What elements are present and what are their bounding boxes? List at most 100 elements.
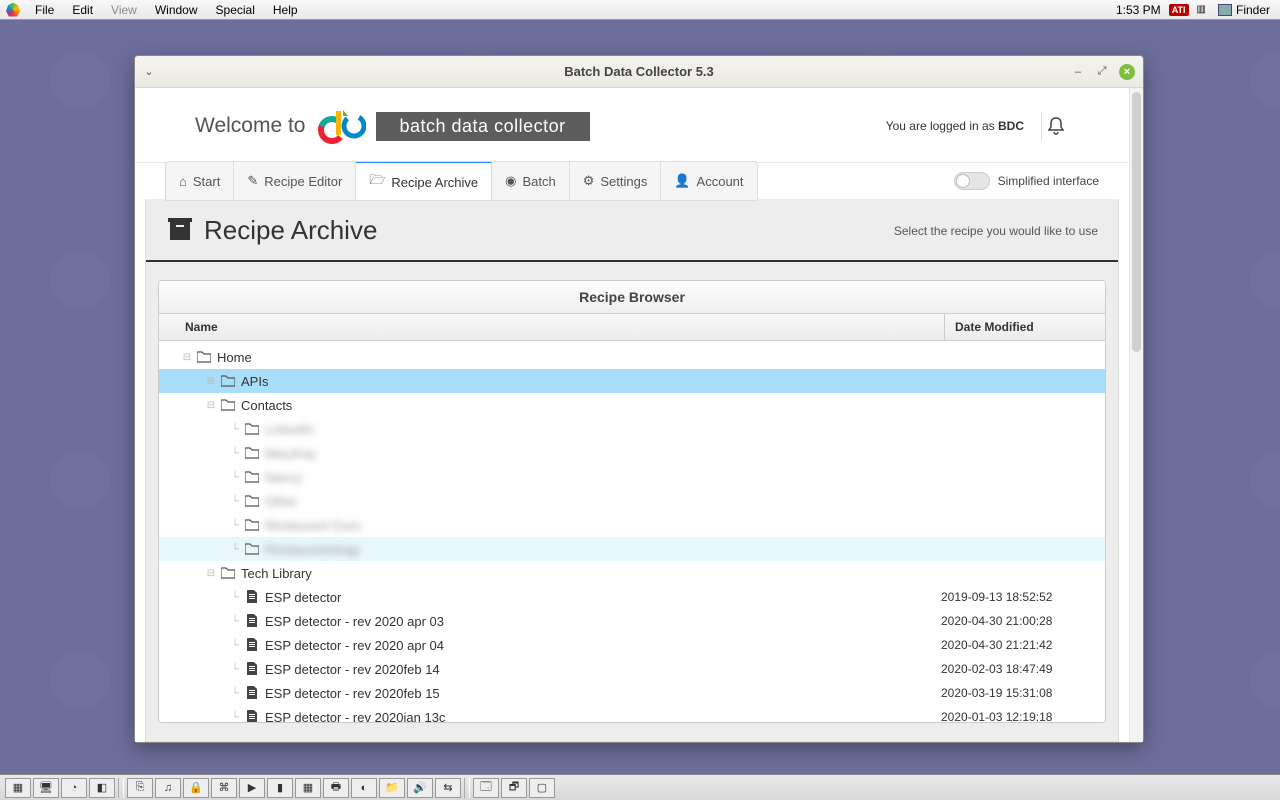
taskbar-button-6[interactable]: 🔒 — [183, 778, 209, 798]
folder-open-icon: 🗁 — [369, 171, 385, 193]
taskbar-button-3[interactable]: ◧ — [89, 778, 115, 798]
tree-item-label: ESP detector - rev 2020 apr 03 — [261, 614, 941, 629]
scrollbar-thumb[interactable] — [1132, 92, 1141, 352]
tree-expander-icon[interactable]: ⊞ — [203, 376, 219, 387]
tree-file[interactable]: └ESP detector - rev 2020jan 13c2020-01-0… — [159, 705, 1105, 722]
folder-icon — [243, 519, 261, 531]
tree-expander-icon[interactable]: ⊟ — [203, 400, 219, 411]
taskbar-button-4[interactable]: ⎘ — [127, 778, 153, 798]
taskbar-button-17[interactable]: 🗗 — [501, 778, 527, 798]
login-status: You are logged in as BDC — [886, 119, 1024, 133]
window-menu-chevron-icon[interactable]: ⌄ — [135, 65, 155, 78]
tree-item-label: APIs — [237, 374, 941, 389]
tree-expander-icon: └ — [227, 424, 243, 435]
display-toggle-icon[interactable]: ▥ — [1197, 4, 1206, 15]
system-taskbar: ▦🖥◔◧⎘♫🔒⌘▶▮▦🖶◐📁🔊⇆🗔🗗▢ — [0, 774, 1280, 800]
tree-folder[interactable]: └Nancy — [159, 465, 1105, 489]
tree-folder[interactable]: └LinkedIn — [159, 417, 1105, 441]
tab-recipe-editor[interactable]: ✎Recipe Editor — [234, 162, 356, 200]
window-maximize-button[interactable]: ⤢ — [1095, 65, 1109, 79]
tab-label: Recipe Archive — [391, 175, 478, 190]
window-titlebar[interactable]: ⌄ Batch Data Collector 5.3 – ⤢ × — [135, 56, 1143, 88]
tree-folder[interactable]: └Other — [159, 489, 1105, 513]
tree-expander-icon: └ — [227, 688, 243, 699]
ati-indicator: ATI — [1169, 4, 1189, 16]
tree-item-label: ESP detector - rev 2020 apr 04 — [261, 638, 941, 653]
bell-icon — [1048, 117, 1064, 135]
taskbar-button-16[interactable]: 🗔 — [473, 778, 499, 798]
taskbar-button-0[interactable]: ▦ — [5, 778, 31, 798]
tree-folder[interactable]: ⊟Contacts — [159, 393, 1105, 417]
tree-expander-icon: └ — [227, 520, 243, 531]
tree-item-label: Home — [213, 350, 941, 365]
taskbar-button-9[interactable]: ▮ — [267, 778, 293, 798]
tab-label: Start — [193, 174, 220, 189]
tree-item-label: Tech Library — [237, 566, 941, 581]
column-header-date[interactable]: Date Modified — [945, 314, 1105, 340]
taskbar-button-5[interactable]: ♫ — [155, 778, 181, 798]
column-header-name[interactable]: Name — [159, 314, 945, 340]
taskbar-button-12[interactable]: ◐ — [351, 778, 377, 798]
folder-icon — [243, 447, 261, 459]
tree-expander-icon[interactable]: ⊟ — [179, 352, 195, 363]
simplified-label: Simplified interface — [998, 174, 1099, 188]
taskbar-button-2[interactable]: ◔ — [61, 778, 87, 798]
app-header: Welcome to batch data collector You are … — [135, 88, 1129, 163]
tree-expander-icon: └ — [227, 640, 243, 651]
taskbar-button-10[interactable]: ▦ — [295, 778, 321, 798]
tree-file[interactable]: └ESP detector - rev 2020 apr 032020-04-3… — [159, 609, 1105, 633]
menubar-clock: 1:53 PM — [1116, 3, 1161, 17]
taskbar-button-8[interactable]: ▶ — [239, 778, 265, 798]
taskbar-button-15[interactable]: ⇆ — [435, 778, 461, 798]
tab-batch[interactable]: ◉Batch — [492, 162, 570, 200]
tree-folder[interactable]: ⊞ APIs — [159, 369, 1105, 393]
tree-item-label: Nancy — [261, 470, 941, 485]
recipe-tree: ⊟Home⊞APIs⊟Contacts└LinkedIn└MaryKay└Nan… — [159, 341, 1105, 722]
tab-recipe-archive[interactable]: 🗁 Recipe Archive — [356, 161, 492, 201]
tree-file[interactable]: └ESP detector - rev 2020feb 152020-03-19… — [159, 681, 1105, 705]
grid-header: Name Date Modified — [159, 314, 1105, 341]
finder-menu[interactable]: Finder — [1214, 3, 1274, 17]
simplified-interface-toggle[interactable]: Simplified interface — [954, 172, 1099, 190]
tree-file[interactable]: └ESP detector - rev 2020feb 142020-02-03… — [159, 657, 1105, 681]
tree-folder[interactable]: └Restaurantology — [159, 537, 1105, 561]
menu-item-window[interactable]: Window — [146, 3, 207, 17]
tab-account[interactable]: 👤Account — [661, 162, 756, 200]
menu-item-edit[interactable]: Edit — [63, 3, 102, 17]
tree-folder[interactable]: ⊟ Home — [159, 345, 1105, 369]
tree-item-date: 2020-03-19 15:31:08 — [941, 686, 1097, 700]
tree-expander-icon: └ — [227, 592, 243, 603]
menu-item-file[interactable]: File — [26, 3, 63, 17]
tree-file[interactable]: └ ESP detector - rev 2020 apr 042020-04-3… — [159, 633, 1105, 657]
tree-folder[interactable]: ⊟ Tech Library — [159, 561, 1105, 585]
tree-file[interactable]: └ESP detector2019-09-13 18:52:52 — [159, 585, 1105, 609]
folder-icon — [243, 495, 261, 507]
menu-item-special[interactable]: Special — [207, 3, 264, 17]
tab-start[interactable]: ⌂Start — [166, 162, 234, 200]
tab-label: Settings — [600, 174, 647, 189]
menu-item-view[interactable]: View — [102, 3, 146, 17]
tree-expander-icon[interactable]: ⊟ — [203, 568, 219, 579]
taskbar-button-18[interactable]: ▢ — [529, 778, 555, 798]
taskbar-button-13[interactable]: 📁 — [379, 778, 405, 798]
menu-item-help[interactable]: Help — [264, 3, 307, 17]
tree-folder[interactable]: └Restaurant Guru — [159, 513, 1105, 537]
tree-item-date: 2020-04-30 21:21:42 — [941, 638, 1097, 652]
file-icon — [243, 710, 261, 722]
taskbar-button-11[interactable]: 🖶 — [323, 778, 349, 798]
taskbar-button-1[interactable]: 🖥 — [33, 778, 59, 798]
window-close-button[interactable]: × — [1119, 64, 1135, 80]
tree-expander-icon: └ — [227, 544, 243, 555]
main-stage: Recipe Archive Select the recipe you wou… — [145, 199, 1119, 742]
tree-folder[interactable]: └MaryKay — [159, 441, 1105, 465]
folder-icon — [243, 543, 261, 555]
content-scrollbar[interactable] — [1129, 88, 1143, 742]
tab-settings[interactable]: ⚙Settings — [570, 162, 662, 200]
taskbar-button-14[interactable]: 🔊 — [407, 778, 433, 798]
toggle-switch[interactable] — [954, 172, 990, 190]
window-minimize-button[interactable]: – — [1071, 65, 1085, 79]
notifications-button[interactable] — [1041, 112, 1069, 140]
tree-item-date: 2020-01-03 12:19:18 — [941, 710, 1097, 722]
taskbar-button-7[interactable]: ⌘ — [211, 778, 237, 798]
apple-menu-icon[interactable] — [6, 3, 20, 17]
